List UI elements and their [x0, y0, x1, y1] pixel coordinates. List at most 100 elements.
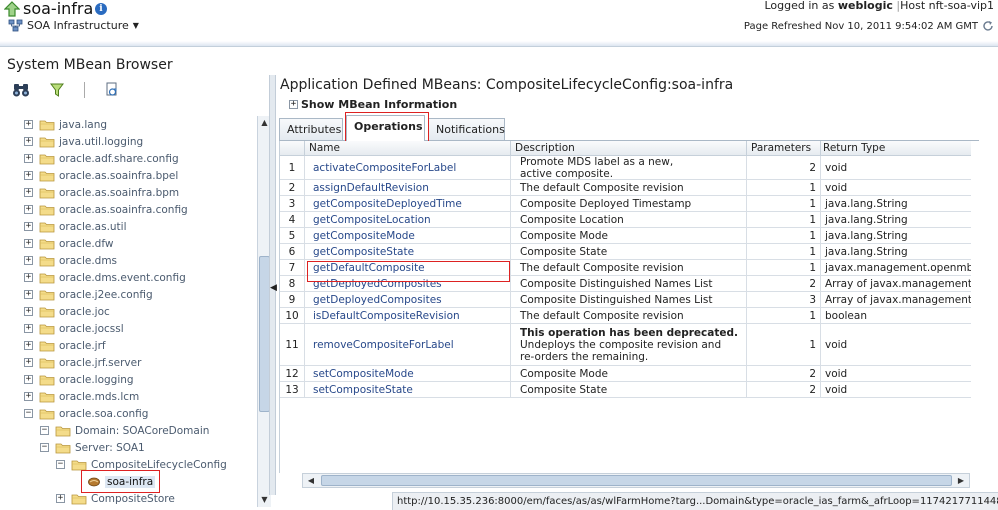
- operations-table: Name Description Parameters Return Type …: [279, 141, 971, 473]
- horizontal-scroll-thumb[interactable]: [321, 475, 952, 486]
- operation-name-link[interactable]: activateCompositeForLabel: [305, 156, 511, 179]
- table-row[interactable]: 12 setCompositeMode Composite Mode 2 void: [280, 366, 971, 382]
- expand-plus-icon[interactable]: +: [24, 273, 33, 282]
- expand-plus-icon[interactable]: +: [24, 154, 33, 163]
- tree-node[interactable]: + oracle.jocssl: [24, 320, 124, 337]
- expand-plus-icon[interactable]: +: [24, 341, 33, 350]
- scroll-down-arrow-icon[interactable]: ▼: [259, 494, 270, 506]
- operation-name-link[interactable]: removeCompositeForLabel: [305, 324, 511, 365]
- expand-plus-icon[interactable]: +: [24, 392, 33, 401]
- expand-plus-icon[interactable]: +: [24, 222, 33, 231]
- expand-plus-icon[interactable]: +: [24, 205, 33, 214]
- table-row[interactable]: 4 getCompositeLocation Composite Location 1…: [280, 212, 971, 228]
- tree-node[interactable]: + oracle.jrf: [24, 337, 106, 354]
- tree-node[interactable]: + oracle.adf.share.config: [24, 150, 179, 167]
- table-row[interactable]: 9 getDeployedComposites Composite Distingu…: [280, 292, 971, 308]
- expand-plus-icon[interactable]: +: [24, 188, 33, 197]
- table-row[interactable]: 5 getCompositeMode Composite Mode 1 java.lan…: [280, 228, 971, 244]
- operation-name-link[interactable]: getDeployedComposites: [305, 276, 511, 291]
- tree-node[interactable]: + java.lang: [24, 116, 107, 133]
- scroll-right-arrow-icon[interactable]: ▶: [954, 474, 968, 487]
- col-header-description[interactable]: Description: [511, 141, 747, 156]
- refresh-icon[interactable]: [982, 20, 994, 32]
- tree-node[interactable]: + java.util.logging: [24, 133, 143, 150]
- tree-node[interactable]: + oracle.mds.lcm: [24, 388, 139, 405]
- tree-node[interactable]: − oracle.soa.config: [24, 405, 148, 422]
- expand-plus-icon[interactable]: +: [56, 494, 65, 503]
- operation-name-link[interactable]: getCompositeDeployedTime: [305, 196, 511, 211]
- expand-plus-icon[interactable]: +: [24, 307, 33, 316]
- operation-name-link[interactable]: isDefaultCompositeRevision: [305, 308, 511, 323]
- tab-notifications[interactable]: Notifications: [428, 118, 505, 140]
- tab-attributes[interactable]: Attributes: [279, 118, 343, 140]
- tree-node[interactable]: soa-infra: [87, 473, 156, 490]
- expand-plus-icon[interactable]: +: [24, 324, 33, 333]
- col-header-name[interactable]: Name: [305, 141, 511, 156]
- tree-node[interactable]: + oracle.as.util: [24, 218, 127, 235]
- tree-node[interactable]: + oracle.joc: [24, 303, 110, 320]
- operation-name-link[interactable]: getDeployedComposites: [305, 292, 511, 307]
- find-button[interactable]: [12, 81, 30, 99]
- up-arrow-icon[interactable]: [4, 1, 20, 17]
- return-type: void: [821, 324, 971, 365]
- expand-plus-icon[interactable]: +: [24, 375, 33, 384]
- collapse-minus-icon[interactable]: −: [40, 443, 49, 452]
- tree-node-label: oracle.dms.event.config: [59, 271, 186, 284]
- expand-plus-icon[interactable]: +: [24, 290, 33, 299]
- operation-name-link[interactable]: getDefaultComposite: [305, 260, 511, 275]
- table-row[interactable]: 6 getCompositeState Composite State 1 java.l…: [280, 244, 971, 260]
- table-row[interactable]: 7 getDefaultComposite The default Composit…: [280, 260, 971, 276]
- operation-name-link[interactable]: assignDefaultRevision: [305, 180, 511, 195]
- tree-node[interactable]: + oracle.logging: [24, 371, 134, 388]
- tree-node[interactable]: + oracle.dms.event.config: [24, 269, 186, 286]
- collapse-minus-icon[interactable]: −: [56, 460, 65, 469]
- expand-plus-icon[interactable]: +: [24, 120, 33, 129]
- collapse-minus-icon[interactable]: −: [24, 409, 33, 418]
- tree-node[interactable]: + CompositeStore: [56, 490, 175, 507]
- scroll-left-arrow-icon[interactable]: ◀: [304, 474, 318, 487]
- tree-node[interactable]: − Server: SOA1: [40, 439, 145, 456]
- operation-name-link[interactable]: setCompositeState: [305, 382, 511, 397]
- table-row[interactable]: 8 getDeployedComposites Composite Distingu…: [280, 276, 971, 292]
- collapse-left-icon[interactable]: ◀: [270, 283, 277, 293]
- operation-name-link[interactable]: getCompositeMode: [305, 228, 511, 243]
- tree-node[interactable]: + oracle.dfw: [24, 235, 113, 252]
- operation-name-link[interactable]: getCompositeLocation: [305, 212, 511, 227]
- expand-plus-icon[interactable]: +: [24, 239, 33, 248]
- tree-node[interactable]: + oracle.as.soainfra.bpm: [24, 184, 179, 201]
- refresh-tree-button[interactable]: [103, 81, 121, 99]
- expand-plus-icon[interactable]: +: [24, 358, 33, 367]
- tree-node[interactable]: + oracle.jrf.server: [24, 354, 141, 371]
- tree-node[interactable]: − CompositeLifecycleConfig: [56, 456, 227, 473]
- tree-node-label: oracle.dms: [59, 254, 118, 267]
- tree-node[interactable]: + oracle.as.soainfra.bpel: [24, 167, 178, 184]
- info-icon[interactable]: i: [95, 3, 107, 15]
- tree-node-label: CompositeLifecycleConfig: [91, 458, 227, 471]
- filter-button[interactable]: [48, 81, 66, 99]
- tree-node[interactable]: + oracle.as.soainfra.config: [24, 201, 188, 218]
- col-header-return-type[interactable]: Return Type: [821, 141, 971, 156]
- table-row[interactable]: 10 isDefaultCompositeRevision The default …: [280, 308, 971, 324]
- tree-node[interactable]: + oracle.dms: [24, 252, 117, 269]
- parameter-count: 1: [747, 196, 821, 211]
- tree-node[interactable]: + oracle.j2ee.config: [24, 286, 153, 303]
- expand-plus-icon[interactable]: +: [24, 256, 33, 265]
- collapse-minus-icon[interactable]: −: [40, 426, 49, 435]
- col-header-parameters[interactable]: Parameters: [747, 141, 821, 156]
- expand-plus-icon[interactable]: +: [24, 137, 33, 146]
- table-row[interactable]: 1 activateCompositeForLabel Promote MDS la…: [280, 156, 971, 180]
- table-row[interactable]: 3 getCompositeDeployedTime Composite Deplo…: [280, 196, 971, 212]
- table-row[interactable]: 13 setCompositeState Composite State 2 void: [280, 382, 971, 398]
- operation-name-link[interactable]: setCompositeMode: [305, 366, 511, 381]
- table-row[interactable]: 2 assignDefaultRevision The default Compos…: [280, 180, 971, 196]
- operation-name-link[interactable]: getCompositeState: [305, 244, 511, 259]
- tab-operations[interactable]: Operations: [346, 115, 425, 141]
- folder-icon: [39, 120, 55, 130]
- tree-node[interactable]: − Domain: SOACoreDomain: [40, 422, 209, 439]
- show-mbean-information-toggle[interactable]: + Show MBean Information: [289, 98, 457, 111]
- expand-plus-icon[interactable]: +: [24, 171, 33, 180]
- table-horizontal-scrollbar[interactable]: ◀ ▶: [302, 473, 970, 488]
- target-menu[interactable]: SOA Infrastructure ▼: [8, 19, 139, 32]
- panel-splitter[interactable]: ◀: [269, 75, 277, 495]
- table-row[interactable]: 11 removeCompositeForLabel This operation …: [280, 324, 971, 366]
